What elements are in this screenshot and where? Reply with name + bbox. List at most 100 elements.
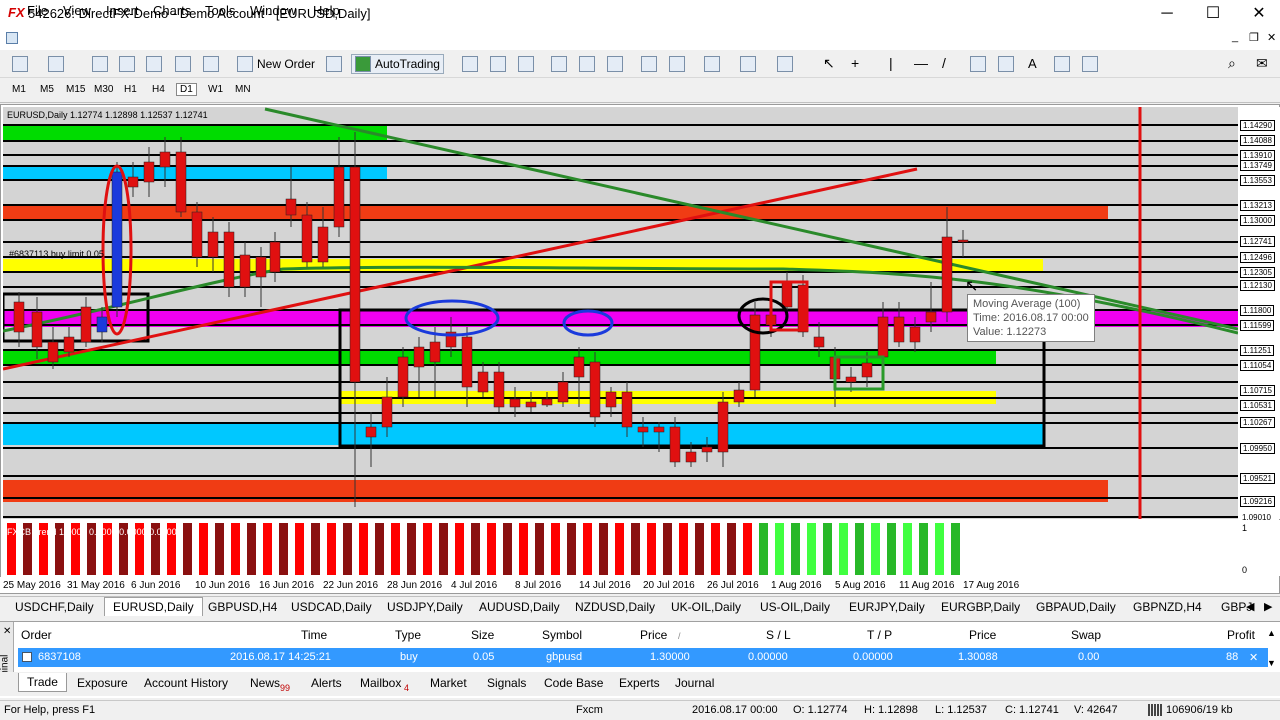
tab-account-history[interactable]: Account History [144,676,228,690]
col-order[interactable]: Order [21,628,52,642]
cell-price: 1.30000 [650,651,690,663]
col-profit[interactable]: Profit [1227,628,1255,642]
fibonacci-icon[interactable] [998,56,1014,72]
timeframe-m15[interactable]: M15 [63,84,88,95]
tab-audusd[interactable]: AUDUSD,Daily [479,600,560,614]
tab-exposure[interactable]: Exposure [77,676,128,690]
tab-usdchf[interactable]: USDCHF,Daily [15,600,94,614]
text-tool-icon[interactable]: A [1028,56,1037,71]
tab-alerts[interactable]: Alerts [311,676,342,690]
navigator-icon[interactable] [146,56,162,72]
tab-usdjpy[interactable]: USDJPY,Daily [387,600,463,614]
col-size[interactable]: Size [471,628,494,642]
tabs-scroll-left-icon[interactable]: ◀ [1246,600,1254,613]
terminal-icon[interactable] [175,56,191,72]
menu-help[interactable]: Help [313,3,340,18]
templates-icon[interactable] [777,56,793,72]
profiles-icon[interactable] [48,56,64,72]
menu-charts[interactable]: Charts [153,3,191,18]
horizontal-line-icon[interactable]: — [914,55,928,71]
mdi-minimize-button[interactable]: _ [1232,31,1238,43]
tab-us-oil[interactable]: US-OIL,Daily [760,600,830,614]
bar-chart-icon[interactable] [462,56,478,72]
price-chart[interactable]: EURUSD,Daily 1.12774 1.12898 1.12537 1.1… [3,107,1238,577]
col-type[interactable]: Type [395,628,421,642]
candlestick-icon[interactable] [490,56,506,72]
autotrading-button[interactable]: AutoTrading [351,54,444,74]
maximize-button[interactable]: ☐ [1190,0,1236,28]
timeframe-mn[interactable]: MN [232,84,254,95]
line-chart-icon[interactable] [518,56,534,72]
col-swap[interactable]: Swap [1071,628,1101,642]
new-order-button[interactable]: New Order [234,54,318,74]
tab-gbpaud[interactable]: GBPAUD,Daily [1036,600,1116,614]
tab-experts[interactable]: Experts [619,676,660,690]
tab-gbpusd[interactable]: GBPUSD,H4 [208,600,277,614]
tab-eurusd[interactable]: EURUSD,Daily [104,597,203,616]
col-symbol[interactable]: Symbol [542,628,582,642]
periods-clock-icon[interactable] [740,56,756,72]
chart-window-icon[interactable] [6,32,18,44]
minimize-button[interactable]: ─ [1144,0,1190,28]
tabs-scroll-right-icon[interactable]: ▶ [1264,600,1272,613]
new-chart-icon[interactable] [12,56,28,72]
tab-code-base[interactable]: Code Base [544,676,603,690]
tab-signals[interactable]: Signals [487,676,526,690]
mdi-restore-button[interactable]: ❐ [1249,31,1259,44]
tab-usdcad[interactable]: USDCAD,Daily [291,600,372,614]
crosshair-icon[interactable]: + [851,55,859,71]
tab-uk-oil[interactable]: UK-OIL,Daily [671,600,741,614]
scroll-up-icon[interactable]: ▲ [1267,628,1276,638]
autoscroll-icon[interactable] [669,56,685,72]
tab-eurjpy[interactable]: EURJPY,Daily [849,600,925,614]
close-button[interactable]: ✕ [1236,0,1280,28]
menu-window[interactable]: Window [250,3,296,18]
tab-journal[interactable]: Journal [675,676,714,690]
data-window-icon[interactable] [119,56,135,72]
timeframe-d1[interactable]: D1 [176,83,197,96]
indicators-icon[interactable] [704,56,720,72]
zoom-out-icon[interactable] [579,56,595,72]
text-label-icon[interactable] [1054,56,1070,72]
tab-mailbox[interactable]: Mailbox [360,676,401,690]
col-tp[interactable]: T / P [867,628,892,642]
tab-news[interactable]: News [250,676,280,690]
menu-view[interactable]: View [63,3,91,18]
scroll-down-icon[interactable]: ▼ [1267,658,1276,668]
timeframe-m1[interactable]: M1 [9,84,29,95]
menu-file[interactable]: File [27,3,48,18]
col-price[interactable]: Price [640,628,667,642]
tab-gbpnzd[interactable]: GBPNZD,H4 [1133,600,1202,614]
terminal-close-icon[interactable]: ✕ [3,626,11,637]
timeframe-h1[interactable]: H1 [121,84,140,95]
market-watch-icon[interactable] [92,56,108,72]
timeframe-m5[interactable]: M5 [37,84,57,95]
timeframe-h4[interactable]: H4 [149,84,168,95]
equidistant-channel-icon[interactable] [970,56,986,72]
mdi-close-button[interactable]: ✕ [1267,31,1276,44]
trendline-icon[interactable]: / [942,55,946,71]
arrows-icon[interactable] [1082,56,1098,72]
cursor-icon[interactable]: ↖ [823,55,835,72]
menu-tools[interactable]: Tools [205,3,235,18]
close-order-icon[interactable]: ✕ [1249,651,1258,664]
timeframe-w1[interactable]: W1 [205,84,226,95]
search-icon[interactable]: ⌕ [1228,55,1236,72]
tab-nzdusd[interactable]: NZDUSD,Daily [575,600,655,614]
chat-icon[interactable]: ✉ [1256,55,1268,72]
tab-eurgbp[interactable]: EURGBP,Daily [941,600,1020,614]
chart-shift-icon[interactable] [641,56,657,72]
timeframe-m30[interactable]: M30 [91,84,116,95]
vertical-line-icon[interactable]: | [889,55,893,71]
col-time[interactable]: Time [301,628,327,642]
col-price-current[interactable]: Price [969,628,996,642]
tab-market[interactable]: Market [430,676,467,690]
tab-trade[interactable]: Trade [18,673,67,692]
tile-windows-icon[interactable] [607,56,623,72]
strategy-tester-icon[interactable] [203,56,219,72]
sr-zone [3,259,1043,273]
menu-insert[interactable]: Insert [106,3,139,18]
col-sl[interactable]: S / L [766,628,791,642]
zoom-in-icon[interactable] [551,56,567,72]
metaeditor-icon[interactable] [326,56,342,72]
